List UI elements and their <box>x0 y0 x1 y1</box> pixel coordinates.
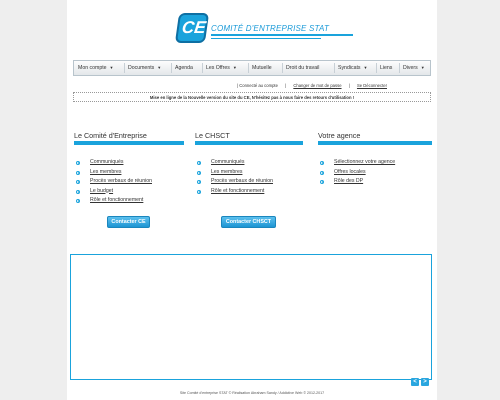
arrow-bullet-icon <box>197 161 201 165</box>
nav-item-mon-compte[interactable]: Mon compte ▼ <box>78 61 114 75</box>
main-nav: Mon compte ▼ Documents ▼ Agenda Les Offres… <box>73 60 431 76</box>
section-title-chsct: Le CHSCT <box>195 131 230 140</box>
chevron-down-icon: ▼ <box>363 65 368 70</box>
chsct-links-list: Communiqués Les membres Procès verbaux d… <box>194 158 273 196</box>
list-item[interactable]: Offres locales <box>317 168 395 178</box>
arrow-bullet-icon <box>76 199 80 203</box>
notice-banner: Mise en ligne de la Nouvelle version du … <box>73 92 431 102</box>
nav-item-syndicats[interactable]: Syndicats ▼ <box>338 61 367 75</box>
list-item[interactable]: Les membres <box>73 168 152 178</box>
nav-divider <box>334 63 335 73</box>
chevron-down-icon: ▼ <box>109 65 114 70</box>
separator: | <box>285 83 287 88</box>
next-button[interactable]: > <box>421 378 429 386</box>
prev-button[interactable]: < <box>411 378 419 386</box>
arrow-bullet-icon <box>76 180 80 184</box>
agence-links-list: Sélectionnez votre agence Offres locales… <box>317 158 395 187</box>
list-item[interactable]: Communiqués <box>194 158 273 168</box>
list-item[interactable]: Rôle des DP <box>317 177 395 187</box>
nav-divider <box>248 63 249 73</box>
nav-divider <box>171 63 172 73</box>
nav-item-documents[interactable]: Documents ▼ <box>128 61 161 75</box>
arrow-bullet-icon <box>76 189 80 194</box>
section-title-agence: Votre agence <box>318 131 361 140</box>
page-container: CE COMITÉ D'ENTREPRISE STAT Mon compte ▼ … <box>67 0 437 400</box>
arrow-bullet-icon <box>320 161 324 165</box>
nav-divider <box>399 63 400 73</box>
nav-divider <box>124 63 125 73</box>
logo-text: COMITÉ D'ENTREPRISE STAT <box>211 24 330 33</box>
nav-item-les-offres[interactable]: Les Offres ▼ <box>206 61 237 75</box>
nav-divider <box>202 63 203 73</box>
list-item[interactable]: Procès verbaux de réunion <box>73 177 152 187</box>
section-bar <box>318 141 432 145</box>
arrow-bullet-icon <box>76 170 80 175</box>
arrow-bullet-icon <box>197 189 201 194</box>
logo-underline-secondary <box>211 38 321 39</box>
nav-item-agenda[interactable]: Agenda <box>175 61 193 75</box>
list-item[interactable]: Communiqués <box>73 158 152 168</box>
nav-divider <box>376 63 377 73</box>
list-item[interactable]: Rôle et fonctionnement <box>194 187 273 197</box>
chevron-down-icon: ▼ <box>420 65 425 70</box>
nav-item-divers[interactable]: Divers ▼ <box>403 61 425 75</box>
ce-logo-mark: CE <box>174 13 210 43</box>
logout-link[interactable]: Se Déconnecter <box>357 83 387 88</box>
list-item[interactable]: Le budget <box>73 187 152 197</box>
chevron-down-icon: ▼ <box>157 65 162 70</box>
ce-links-list: Communiqués Les membres Procès verbaux d… <box>73 158 152 206</box>
section-bar <box>74 141 184 145</box>
arrow-bullet-icon <box>320 180 324 184</box>
chevron-right-icon: > <box>423 379 427 385</box>
account-bar: | Connecté au compte | Changer de mot de… <box>237 83 393 88</box>
nav-item-liens[interactable]: Liens <box>380 61 392 75</box>
arrow-bullet-icon <box>76 161 80 165</box>
contact-chsct-button[interactable]: Contacter CHSCT <box>221 216 276 228</box>
chevron-left-icon: < <box>413 379 417 385</box>
arrow-bullet-icon <box>197 170 201 175</box>
site-logo[interactable]: CE COMITÉ D'ENTREPRISE STAT <box>174 12 355 46</box>
list-item[interactable]: Les membres <box>194 168 273 178</box>
chevron-down-icon: ▼ <box>232 65 237 70</box>
footer-text: Site Comité d'entreprise STAT © Réalisat… <box>179 391 325 395</box>
account-status: | Connecté au compte <box>237 83 278 88</box>
change-password-link[interactable]: Changer de mot de passe <box>293 83 341 88</box>
list-item[interactable]: Procès verbaux de réunion <box>194 177 273 187</box>
arrow-bullet-icon <box>197 180 201 184</box>
nav-divider <box>282 63 283 73</box>
content-frame <box>70 254 432 380</box>
arrow-bullet-icon <box>320 170 324 175</box>
list-item[interactable]: Sélectionnez votre agence <box>317 158 395 168</box>
separator: | <box>348 83 350 88</box>
nav-item-droit-du-travail[interactable]: Droit du travail <box>286 61 319 75</box>
logo-underline <box>211 34 353 36</box>
list-item[interactable]: Rôle et fonctionnement <box>73 196 152 206</box>
nav-item-mutuelle[interactable]: Mutuelle <box>252 61 272 75</box>
contact-ce-button[interactable]: Contacter CE <box>107 216 150 228</box>
section-title-ce: Le Comité d'Entreprise <box>74 131 147 140</box>
section-bar <box>195 141 303 145</box>
